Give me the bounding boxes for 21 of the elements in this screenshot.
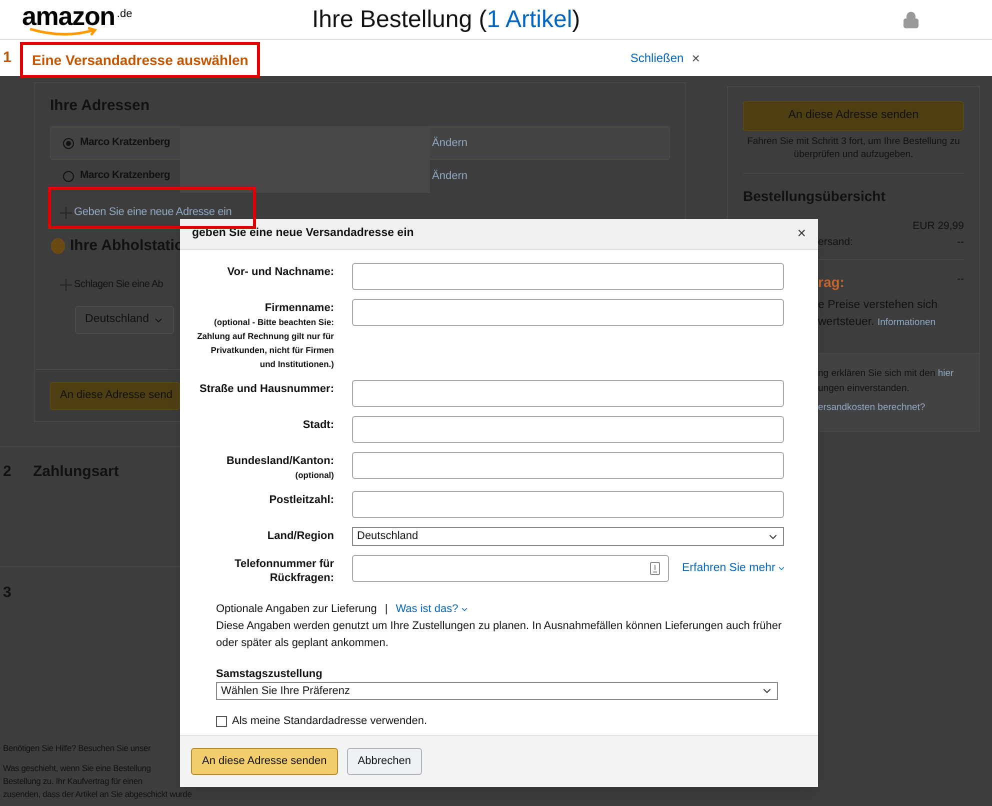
total-value: -- bbox=[957, 272, 964, 286]
page-title: Ihre Bestellung (1 Artikel) bbox=[312, 4, 582, 34]
saturday-label: Samstagszustellung bbox=[216, 666, 324, 682]
separator: | bbox=[384, 602, 388, 617]
field-label: Stadt: bbox=[302, 418, 334, 432]
field-label: Land/Region bbox=[266, 529, 334, 543]
shipping-value: -- bbox=[957, 234, 964, 250]
field-label: Firmenname: bbox=[264, 301, 334, 315]
checkbox-label: Als meine Standardadresse verwenden. bbox=[232, 714, 428, 729]
field-label: Straße und Hausnummer: bbox=[198, 382, 334, 396]
total-label: rag: bbox=[818, 272, 844, 292]
field-note: (optional) bbox=[294, 469, 334, 482]
field-label: Telefonnummer für Rückfragen: bbox=[234, 557, 334, 585]
info-text: Diese Angaben werden genutzt um Ihre Zustellungen zu planen. In Ausnahmefällen können Lieferungen auch früher oder später als geplant ankommen. bbox=[216, 618, 782, 650]
field-label: Bundesland/Kanton: bbox=[225, 454, 334, 468]
step-title: Eine Versandadresse auswählen bbox=[32, 50, 248, 70]
step-number: 1 bbox=[3, 48, 12, 68]
field-label: Postleitzahl: bbox=[268, 493, 334, 507]
field-note: (optional - Bitte beachten Sie: Zahlung auf Rechnung gilt nur für Privatkunden, nicht für Firmen und Institutionen.) bbox=[196, 316, 334, 371]
field-label: Vor- und Nachname: bbox=[226, 265, 334, 279]
optional-label: Optionale Angaben zur Lieferung bbox=[216, 602, 377, 617]
